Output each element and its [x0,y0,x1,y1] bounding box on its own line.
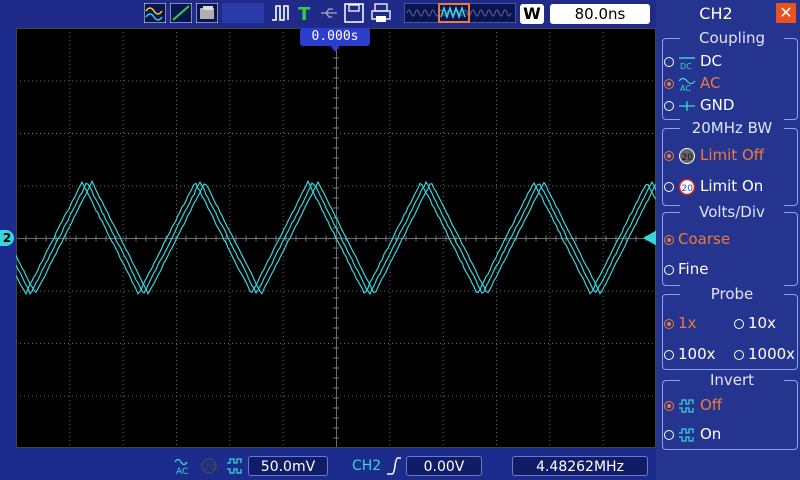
bw-20-active-icon: 20 [678,178,696,195]
coupling-option-ac[interactable]: AC AC [664,74,720,92]
radio-ac [664,78,674,89]
probe-option-1x[interactable]: 1x [664,314,696,332]
trigger-level-marker-icon[interactable] [643,230,657,246]
svg-text:20: 20 [682,184,694,194]
volts-div-value[interactable]: 50.0mV [248,456,328,476]
invert-option-on[interactable]: On [664,425,721,443]
ac-coupling-status-icon: AC [174,458,188,476]
svg-text:DC: DC [680,62,692,70]
persist-icon[interactable] [196,3,218,23]
menu-header: CH2 ✕ [656,0,800,28]
radio-dc [664,56,674,67]
svg-text:AC: AC [680,84,691,92]
bandwidth-title: 20MHz BW [680,119,784,137]
save-icon[interactable] [344,3,364,23]
ramp-icon[interactable] [170,3,192,23]
gnd-coupling-icon [679,100,695,111]
volts-fine-label: Fine [678,260,709,278]
ac-coupling-icon: AC [678,77,696,92]
svg-text:20: 20 [204,463,216,473]
probe-option-100x[interactable]: 100x [664,345,716,363]
pulse-trigger-icon[interactable] [270,3,292,23]
top-toolbar: T W 80.0ns [0,0,656,28]
memory-depth-icon[interactable] [404,3,516,23]
bw-limit-on-label: Limit On [700,177,764,195]
invert-option-off[interactable]: Off [664,396,722,414]
volts-coarse-label: Coarse [678,230,731,248]
menu-title: CH2 [699,4,733,23]
probe-1000x-label: 1000x [748,345,796,363]
trigger-level-value[interactable]: 0.00V [406,456,482,476]
trigger-position-marker[interactable]: 0.000s [300,28,370,46]
invert-status-icon [227,458,242,474]
radio-1000x [734,349,744,360]
probe-10x-label: 10x [748,314,776,332]
radio-gnd [664,100,674,111]
invert-on-icon [679,427,694,442]
invert-on-label: On [700,425,722,443]
invert-off-icon [679,398,694,413]
rising-edge-icon [387,457,401,475]
probe-title: Probe [680,285,784,303]
volts-option-coarse[interactable]: Coarse [664,230,730,248]
radio-1x [664,318,674,329]
radio-100x [664,349,674,360]
timebase-value[interactable]: 80.0ns [550,4,650,24]
radio-coarse [664,234,674,245]
radio-fine [664,264,674,275]
probe-option-10x[interactable]: 10x [734,314,776,332]
coupling-option-dc[interactable]: DC DC [664,52,722,70]
bw-limit-off-label: Limit Off [700,146,765,164]
probe-1x-label: 1x [678,314,697,332]
svg-text:T: T [298,4,311,23]
coupling-title: Coupling [680,29,784,47]
probe-100x-label: 100x [678,345,716,363]
coupling-gnd-label: GND [700,96,735,114]
status-slot [222,3,264,23]
waveform-display-icon[interactable] [144,3,166,23]
coupling-dc-label: DC [700,52,723,70]
coupling-ac-label: AC [700,74,721,92]
channel-2-marker[interactable]: 2 [0,230,14,246]
radio-invert-on [664,429,674,440]
svg-text:AC: AC [176,467,188,476]
bw-limit-status-icon: 20 [201,458,217,474]
volts-div-title: Volts/Div [680,203,784,221]
invert-title: Invert [680,371,784,389]
invert-off-label: Off [700,396,723,414]
coupling-option-gnd[interactable]: GND [664,96,734,114]
trigger-t-icon[interactable]: T [296,3,314,23]
waveform-plot [16,28,656,448]
trigger-source-label[interactable]: CH2 [352,456,381,476]
probe-option-1000x[interactable]: 1000x [734,345,795,363]
print-icon[interactable] [370,3,392,23]
radio-limit-off [664,150,674,161]
close-menu-button[interactable]: ✕ [776,3,796,23]
timebase-mode-icon[interactable]: W [520,4,544,24]
usb-icon[interactable] [318,3,340,23]
trigger-position-arrow-icon [330,45,340,52]
frequency-value: 4.48262MHz [512,456,648,476]
radio-invert-off [664,400,674,411]
bw-option-limit-on[interactable]: 20 Limit On [664,177,763,196]
dc-coupling-icon: DC [679,56,695,70]
bw-20-icon: 20 [679,147,695,164]
svg-text:20: 20 [682,153,694,163]
radio-10x [734,318,744,329]
bw-option-limit-off[interactable]: 20 Limit Off [664,146,764,165]
volts-option-fine[interactable]: Fine [664,260,708,278]
radio-limit-on [664,181,674,192]
